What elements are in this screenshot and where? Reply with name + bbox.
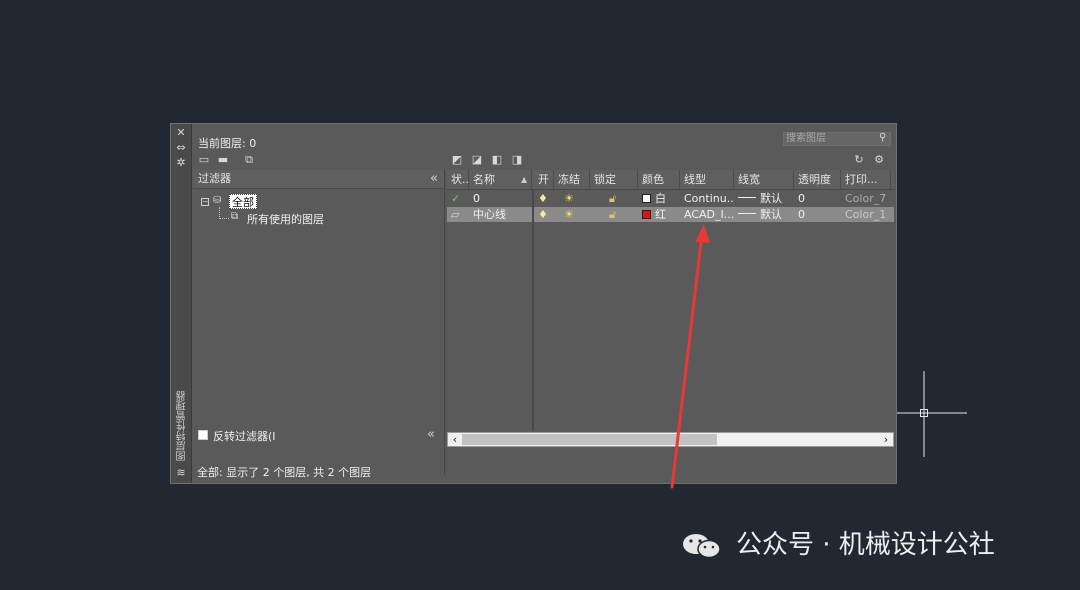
column-lineweight[interactable]: 线宽: [734, 170, 794, 190]
layer-icon: ▱: [451, 208, 460, 221]
sun-thawed-icon[interactable]: ☀: [560, 207, 590, 222]
layer-color[interactable]: 白: [638, 191, 680, 206]
column-on[interactable]: 开: [534, 170, 554, 190]
column-color[interactable]: 颜色: [638, 170, 680, 190]
annotation-arrow: [670, 224, 710, 489]
invert-filter-checkbox[interactable]: [198, 430, 208, 440]
sun-thawed-icon[interactable]: ☀: [560, 191, 590, 206]
lineweight-sample: [738, 213, 756, 214]
color-name: 白: [655, 192, 666, 205]
column-plot-style[interactable]: 打印...: [841, 170, 891, 190]
layer-list-header: 状... 名称 ▲ 开 冻结 锁定 颜色 线型 线宽 透明度 打印...: [447, 170, 894, 190]
table-row[interactable]: ✓ 0 ♦ ☀ 🔓︎ 白 Continu... 默认 0 Color_7: [447, 191, 894, 206]
layer-plot-style: Color_1: [845, 208, 887, 221]
filter-tree-pane: 过滤器 « − ⛁ 全部 ⧉ 所有使用的图层 反转过滤器(I «: [193, 170, 445, 475]
color-swatch: [642, 210, 651, 219]
scroll-left-arrow-icon[interactable]: ‹: [449, 433, 461, 446]
search-layers-input[interactable]: 搜索图层: [783, 132, 891, 146]
layer-color[interactable]: 红: [638, 207, 680, 222]
auto-hide-icon[interactable]: ⇔: [174, 142, 188, 154]
current-layer-label: 当前图层: 0: [198, 137, 257, 150]
new-group-filter-icon[interactable]: ▬: [215, 153, 231, 167]
lightbulb-on-icon[interactable]: ♦: [534, 191, 554, 206]
color-swatch: [642, 194, 651, 203]
tree-connector: [219, 218, 229, 219]
layer-linetype[interactable]: Continu...: [680, 191, 734, 206]
column-lock[interactable]: 锁定: [590, 170, 638, 190]
tree-collapse-toggle[interactable]: −: [201, 198, 209, 206]
layer-states-manager-icon[interactable]: ⧉: [241, 153, 257, 167]
new-layer-vp-frozen-icon[interactable]: ◪: [469, 153, 485, 167]
layer-stack-icon: ≋: [176, 466, 186, 479]
crosshair-cursor-icon: [897, 371, 967, 457]
layer-transparency[interactable]: 0: [794, 207, 841, 222]
palette-title: 图层特性管理器: [177, 391, 188, 461]
collapse-filter-icon[interactable]: «: [430, 172, 438, 186]
layer-transparency[interactable]: 0: [794, 191, 841, 206]
layer-lineweight[interactable]: 默认: [734, 207, 794, 222]
unlocked-padlock-icon[interactable]: 🔓︎: [605, 207, 635, 222]
layer-name[interactable]: 中心线: [469, 207, 532, 222]
layer-plot-style: Color_7: [845, 192, 887, 205]
layer-name[interactable]: 0: [469, 191, 532, 206]
lineweight-label: 默认: [760, 208, 782, 221]
filter-pane-header: 过滤器: [193, 170, 444, 189]
frozen-column-divider: [532, 190, 534, 431]
current-check-icon: ✓: [451, 192, 461, 205]
new-layer-icon[interactable]: ◩: [449, 153, 465, 167]
filter-all-icon: ⛁: [213, 195, 222, 206]
lineweight-sample: [738, 197, 756, 198]
color-name: 红: [655, 208, 666, 221]
column-freeze[interactable]: 冻结: [554, 170, 590, 190]
filter-header-label: 过滤器: [198, 172, 231, 185]
tree-item-all[interactable]: 全部: [229, 194, 257, 209]
scroll-right-arrow-icon[interactable]: ›: [880, 433, 892, 446]
search-icon[interactable]: ⚲: [879, 133, 889, 143]
palette-sidebar: ✕ ⇔ ✲ 图层特性管理器 ≋: [171, 124, 192, 483]
properties-gear-icon[interactable]: ✲: [174, 157, 188, 169]
filter-used-layers-icon: ⧉: [231, 211, 239, 222]
status-bar-text: 全部: 显示了 2 个图层, 共 2 个图层: [197, 466, 372, 479]
refresh-icon[interactable]: ↻: [851, 153, 867, 167]
invert-filter-label: 反转过滤器(I: [213, 430, 276, 443]
new-property-filter-icon[interactable]: ▭: [196, 153, 212, 167]
tree-item-all-used-layers[interactable]: 所有使用的图层: [247, 211, 324, 227]
table-row-selected[interactable]: ▱ 中心线 ♦ ☀ 🔓︎ 红 ACAD_I... 默认 0 Color_1: [447, 207, 894, 222]
close-icon[interactable]: ✕: [174, 127, 188, 139]
layer-lineweight[interactable]: 默认: [734, 191, 794, 206]
watermark-text: 公众号 · 机械设计公社: [736, 530, 995, 560]
column-transparency[interactable]: 透明度: [794, 170, 841, 190]
unlocked-padlock-icon[interactable]: 🔓︎: [605, 191, 635, 206]
column-linetype[interactable]: 线型: [680, 170, 734, 190]
layer-linetype[interactable]: ACAD_I...: [680, 207, 734, 222]
settings-gear-icon[interactable]: ⚙: [871, 153, 887, 167]
collapse-filter-bottom-icon[interactable]: «: [427, 427, 435, 442]
lineweight-label: 默认: [760, 192, 782, 205]
lightbulb-on-icon[interactable]: ♦: [534, 207, 554, 222]
sort-ascending-icon: ▲: [521, 175, 528, 184]
column-status[interactable]: 状...: [447, 170, 469, 190]
wechat-icon: [683, 534, 721, 559]
set-current-icon[interactable]: ◨: [509, 153, 525, 167]
delete-layer-icon[interactable]: ◧: [489, 153, 505, 167]
layer-properties-palette: ✕ ⇔ ✲ 图层特性管理器 ≋ 当前图层: 0 搜索图层 ⚲ ▭ ▬ ⧉ ◩ ◪…: [170, 123, 897, 484]
